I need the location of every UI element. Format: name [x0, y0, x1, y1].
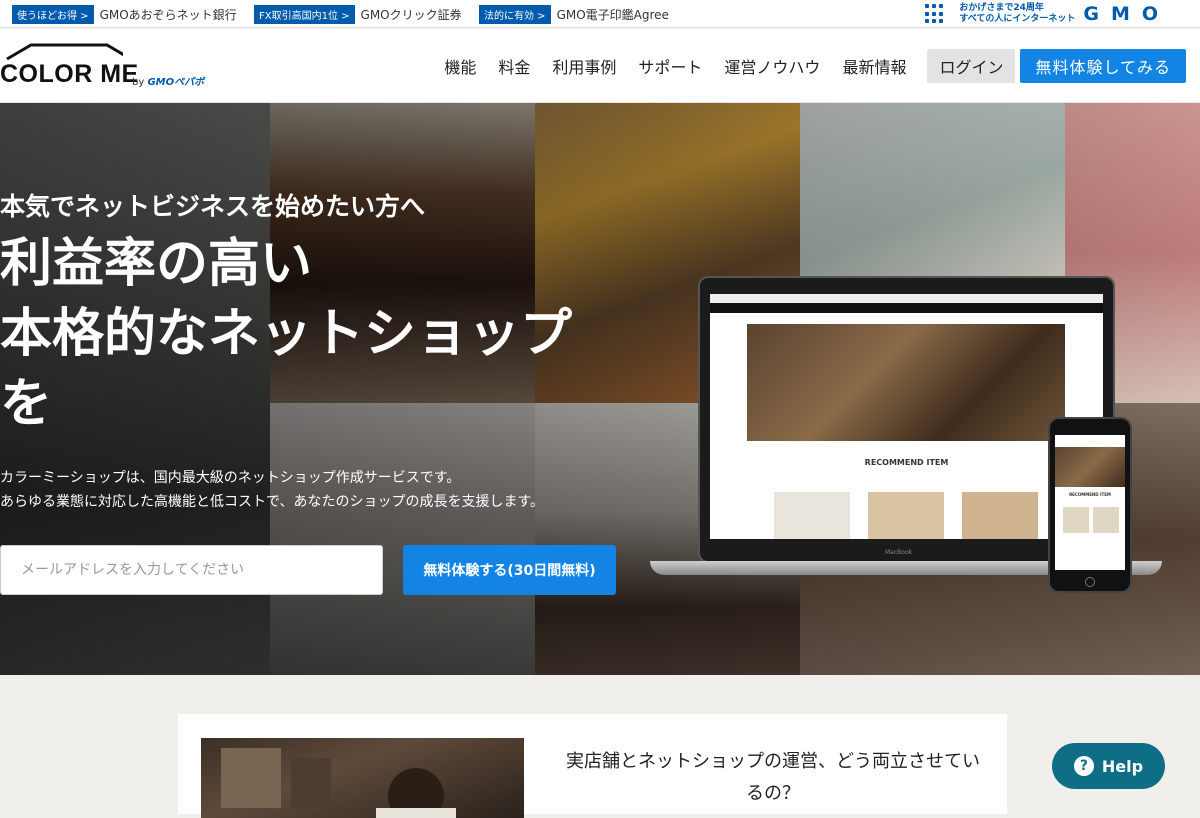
laptop-brand: MacBook [885, 549, 913, 556]
question-icon: ? [1073, 756, 1094, 776]
login-button[interactable]: ログイン [927, 49, 1016, 83]
feature-photo [201, 738, 524, 818]
hero-section: 本気でネットビジネスを始めたい方へ 利益率の高い 本格的なネットショップ を カ… [0, 103, 1200, 675]
trial-button[interactable]: 無料体験してみる [1020, 49, 1186, 83]
gmo-slogan-line: すべての人にインターネット [959, 14, 1076, 24]
mock-product-image [868, 492, 944, 539]
logo-byline: by GMOペパボ [132, 73, 204, 88]
shop-owner-photo-icon [221, 748, 456, 818]
nav-support[interactable]: サポート [638, 54, 702, 78]
gmo-group-bar: 使うほどお得 GMOあおぞらネット銀行 FX取引高国内1位 GMOクリック証券 … [0, 0, 1200, 28]
feature-heading: 実店舗とネットショップの運営、どう両立させているの？ [566, 751, 980, 804]
gmo-slogan: おかげさまで24周年 すべての人にインターネット [959, 3, 1075, 25]
gmo-promo-tag: FX取引高国内1位 [254, 4, 355, 24]
hero-title-line: 本格的なネットショップ [0, 304, 573, 364]
hero-subtitle: 本気でネットビジネスを始めたい方へ [0, 192, 426, 221]
phone-home-button [1085, 577, 1095, 587]
logo-text: COLOR ME [0, 60, 139, 88]
gmo-wordmark: GMO [1083, 3, 1170, 25]
hero-title: 利益率の高い 本格的なネットショップ を [0, 229, 572, 439]
mock-product-image [774, 492, 850, 539]
hero-desc-line: カラーミーショップは、国内最大級のネットショップ作成サービスです。 [0, 470, 461, 486]
hero-title-line: 利益率の高い [0, 234, 313, 294]
gmo-promo-text: GMO電子印鑑Agree [556, 7, 669, 22]
nav-pricing[interactable]: 料金 [498, 54, 530, 78]
nav-features[interactable]: 機能 [444, 54, 476, 78]
mock-phone-hero-image [1055, 447, 1125, 487]
mock-product-image [962, 492, 1038, 539]
gmo-logo[interactable]: おかげさまで24周年 すべての人にインターネット GMO [925, 3, 1170, 25]
gmo-promo-text: GMOあおぞらネット銀行 [99, 7, 237, 22]
gmo-promo-tag: 法的に有効 [479, 4, 551, 24]
gmo-promo-text: GMOクリック証券 [360, 7, 462, 22]
phone-mockup: RECOMMEND ITEM [1048, 417, 1132, 593]
gmo-slogan-line: おかげさまで24周年 [959, 3, 1044, 13]
mock-phone-product [1063, 507, 1089, 533]
hero-title-line: を [0, 374, 53, 434]
help-label: Help [1101, 756, 1144, 776]
mock-shop-topbar [710, 294, 1103, 303]
help-button[interactable]: ? Help [1052, 743, 1165, 789]
logo-company: GMOペパボ [147, 77, 205, 88]
email-input[interactable] [0, 545, 383, 595]
roof-icon [6, 43, 123, 61]
nav-news[interactable]: 最新情報 [842, 54, 906, 78]
gmo-dots-icon [925, 4, 945, 24]
page-scrollbar[interactable] [1186, 29, 1200, 803]
logo-by: by [132, 77, 145, 88]
colorme-logo[interactable]: COLOR ME by GMOペパボ [0, 43, 225, 93]
phone-screen: RECOMMEND ITEM [1055, 435, 1125, 570]
hero-description: カラーミーショップは、国内最大級のネットショップ作成サービスです。 あらゆる業態… [0, 466, 544, 514]
nav-knowhow[interactable]: 運営ノウハウ [724, 54, 820, 78]
main-nav: 機能 料金 利用事例 サポート 運営ノウハウ 最新情報 ログイン 無料体験してみ… [444, 49, 1186, 83]
gmo-promo-click[interactable]: FX取引高国内1位 GMOクリック証券 [254, 4, 462, 24]
feature-card[interactable]: 実店舗とネットショップの運営、どう両立させているの？ [178, 714, 1007, 818]
mock-recommend-heading: RECOMMEND ITEM [864, 458, 949, 467]
gmo-promo-aozora[interactable]: 使うほどお得 GMOあおぞらネット銀行 [12, 4, 237, 24]
mock-phone-recommend-heading: RECOMMEND ITEM [1069, 492, 1111, 497]
site-header: COLOR ME by GMOペパボ 機能 料金 利用事例 サポート 運営ノウハ… [0, 29, 1200, 103]
gmo-promo-agree[interactable]: 法的に有効 GMO電子印鑑Agree [479, 4, 669, 24]
mock-phone-product [1093, 507, 1119, 533]
free-trial-cta-button[interactable]: 無料体験する(30日間無料) [403, 545, 616, 595]
laptop-screen: RECOMMEND ITEM [710, 294, 1103, 539]
hero-desc-line: あらゆる業態に対応した高機能と低コストで、あなたのショップの成長を支援します。 [0, 494, 545, 510]
gmo-promo-tag: 使うほどお得 [12, 4, 94, 24]
nav-cases[interactable]: 利用事例 [552, 54, 616, 78]
mock-shop-hero-image [747, 324, 1065, 441]
mock-shop-nav [710, 303, 1103, 313]
